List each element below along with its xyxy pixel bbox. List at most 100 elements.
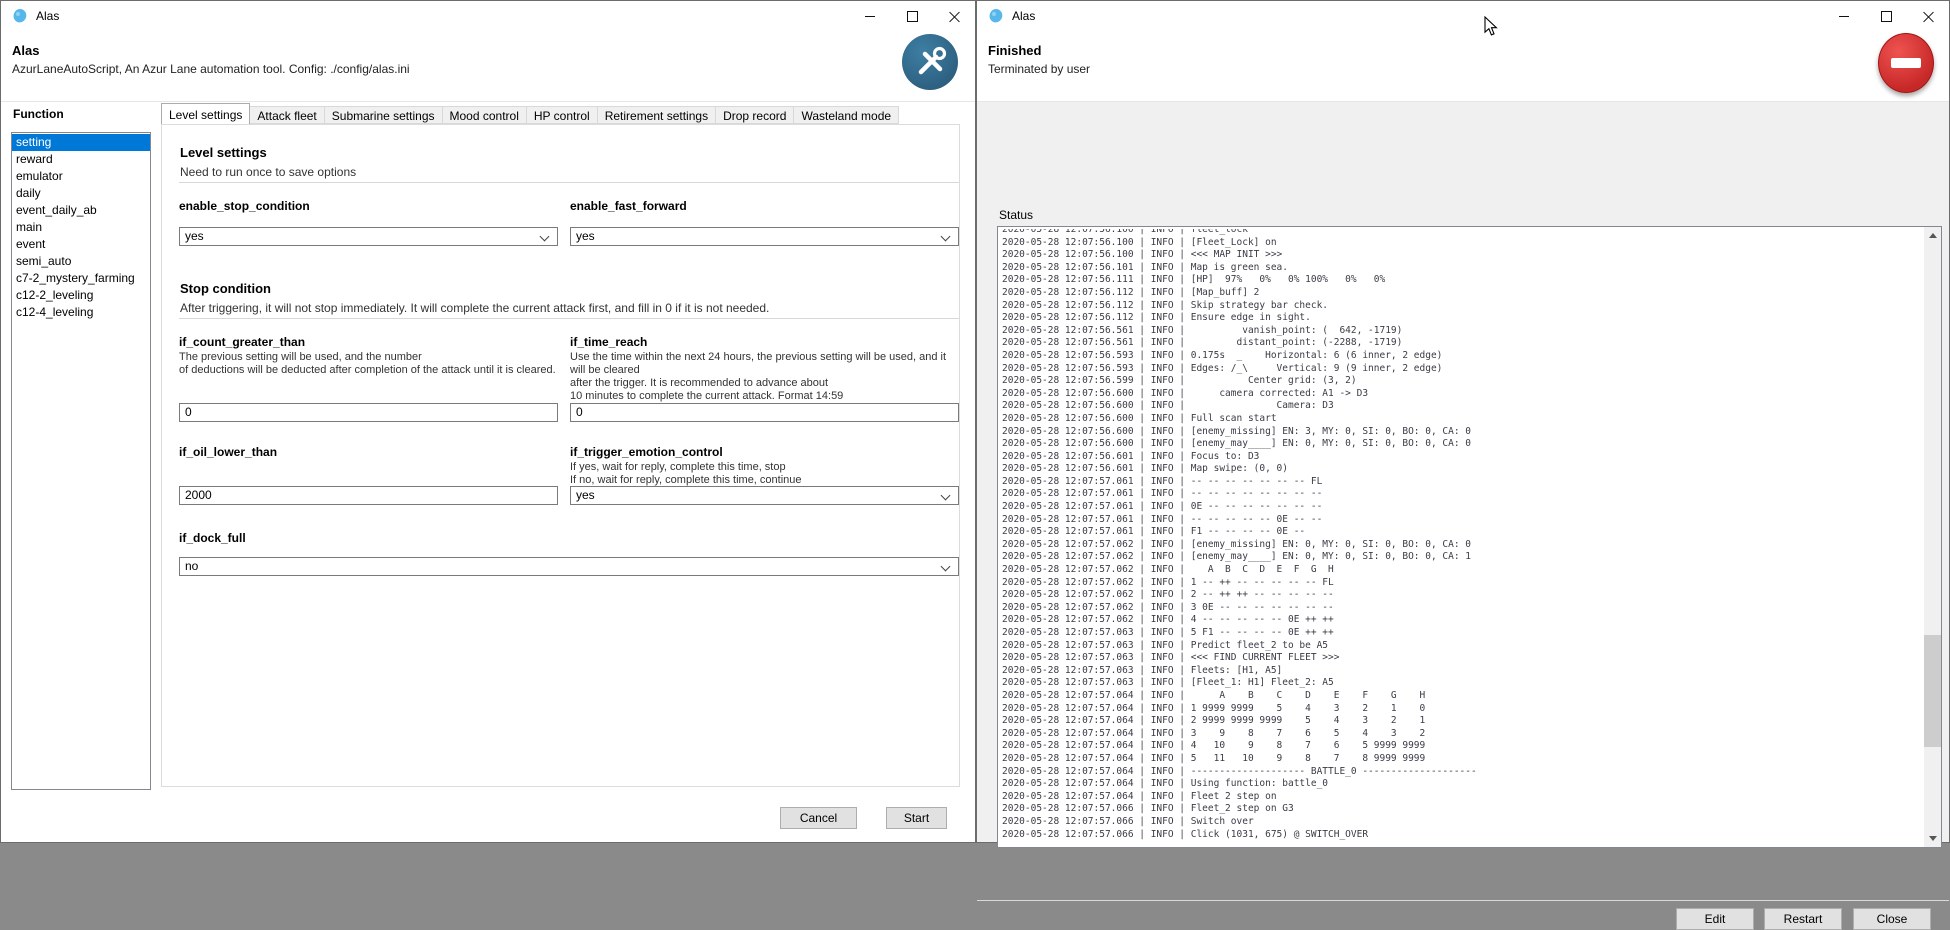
log-line: 2020-05-28 12:07:56.600 | INFO | [enemy_… bbox=[1002, 426, 1921, 439]
start-button[interactable]: Start bbox=[886, 807, 947, 829]
status-subtitle: Terminated by user bbox=[988, 62, 1090, 76]
titlebar: Alas bbox=[1, 1, 975, 31]
log-line: 2020-05-28 12:07:56.112 | INFO | Skip st… bbox=[1002, 300, 1921, 313]
log-line: 2020-05-28 12:07:56.600 | INFO | camera … bbox=[1002, 388, 1921, 401]
select-value: yes bbox=[576, 229, 595, 243]
log-line: 2020-05-28 12:07:57.062 | INFO | [enemy_… bbox=[1002, 539, 1921, 552]
alas-app-icon bbox=[988, 8, 1004, 24]
log-line: 2020-05-28 12:07:56.100 | INFO | [Fleet_… bbox=[1002, 237, 1921, 250]
close-icon bbox=[1923, 11, 1934, 22]
log-line: 2020-05-28 12:07:57.064 | INFO | Using f… bbox=[1002, 778, 1921, 791]
input-if-time-reach[interactable]: 0 bbox=[570, 403, 959, 422]
select-if-dock-full[interactable]: no bbox=[179, 557, 959, 576]
sidebar-item-setting[interactable]: setting bbox=[12, 134, 150, 151]
select-value: yes bbox=[185, 229, 204, 243]
log-line: 2020-05-28 12:07:56.561 | INFO | distant… bbox=[1002, 337, 1921, 350]
scroll-down-button[interactable] bbox=[1924, 830, 1941, 847]
log-line: 2020-05-28 12:07:57.064 | INFO | 3 9 8 7… bbox=[1002, 728, 1921, 741]
sidebar-item-c12-4_leveling[interactable]: c12-4_leveling bbox=[12, 304, 150, 321]
label-if-time-reach: if_time_reach bbox=[570, 335, 647, 349]
input-if-count-greater-than[interactable]: 0 bbox=[179, 403, 558, 422]
label-if-dock-full: if_dock_full bbox=[179, 531, 246, 545]
select-if-trigger-emotion-control[interactable]: yes bbox=[570, 486, 959, 505]
function-list[interactable]: settingrewardemulatordailyevent_daily_ab… bbox=[11, 132, 151, 790]
sidebar-item-c12-2_leveling[interactable]: c12-2_leveling bbox=[12, 287, 150, 304]
log-line: 2020-05-28 12:07:57.062 | INFO | 1 -- ++… bbox=[1002, 577, 1921, 590]
tab-drop-record[interactable]: Drop record bbox=[715, 106, 794, 124]
log-line: 2020-05-28 12:07:57.064 | INFO | 4 10 9 … bbox=[1002, 740, 1921, 753]
status-group-box: 2020-05-28 12:07:56.100 | INFO | fleet_l… bbox=[997, 226, 1942, 848]
log-line: 2020-05-28 12:07:57.061 | INFO | 0E -- -… bbox=[1002, 501, 1921, 514]
log-line: 2020-05-28 12:07:57.061 | INFO | -- -- -… bbox=[1002, 514, 1921, 527]
scroll-up-button[interactable] bbox=[1924, 227, 1941, 244]
sidebar-item-reward[interactable]: reward bbox=[12, 151, 150, 168]
sidebar-item-event_daily_ab[interactable]: event_daily_ab bbox=[12, 202, 150, 219]
close-button[interactable] bbox=[1907, 1, 1949, 31]
sidebar-item-event[interactable]: event bbox=[12, 236, 150, 253]
log-line: 2020-05-28 12:07:57.064 | INFO | 2 9999 … bbox=[1002, 715, 1921, 728]
close-dialog-button[interactable]: Close bbox=[1853, 908, 1931, 930]
log-line: 2020-05-28 12:07:56.100 | INFO | fleet_l… bbox=[1002, 229, 1921, 237]
scrollbar-thumb[interactable] bbox=[1924, 635, 1941, 747]
titlebar: Alas bbox=[977, 1, 1949, 31]
stop-sign-icon bbox=[1878, 33, 1934, 93]
window-alas-log: Alas Finished Terminated by user Status … bbox=[976, 0, 1950, 843]
log-line: 2020-05-28 12:07:57.066 | INFO | Switch … bbox=[1002, 816, 1921, 829]
chevron-down-icon bbox=[941, 232, 951, 242]
sidebar-item-emulator[interactable]: emulator bbox=[12, 168, 150, 185]
input-if-oil-lower-than[interactable]: 2000 bbox=[179, 486, 558, 505]
log-line: 2020-05-28 12:07:57.064 | INFO | A B C D… bbox=[1002, 690, 1921, 703]
chevron-down-icon bbox=[941, 562, 951, 572]
restart-button[interactable]: Restart bbox=[1764, 908, 1842, 930]
select-enable-stop-condition[interactable]: yes bbox=[179, 227, 558, 246]
tab-wasteland-mode[interactable]: Wasteland mode bbox=[793, 106, 899, 124]
status-title: Finished bbox=[988, 43, 1041, 58]
alas-app-icon bbox=[12, 8, 28, 24]
tab-mood-control[interactable]: Mood control bbox=[442, 106, 527, 124]
minimize-button[interactable] bbox=[1823, 1, 1865, 31]
minimize-button[interactable] bbox=[849, 1, 891, 31]
status-group-label: Status bbox=[999, 208, 1033, 222]
select-value: no bbox=[185, 559, 198, 573]
edit-button[interactable]: Edit bbox=[1676, 908, 1754, 930]
desc-if-trigger-emotion-control: If yes, wait for reply, complete this ti… bbox=[570, 461, 959, 487]
label-if-count-greater-than: if_count_greater_than bbox=[179, 335, 305, 349]
log-line: 2020-05-28 12:07:56.100 | INFO | <<< MAP… bbox=[1002, 249, 1921, 262]
mouse-cursor bbox=[1484, 16, 1498, 37]
sidebar-item-daily[interactable]: daily bbox=[12, 185, 150, 202]
window-title: Alas bbox=[36, 9, 59, 23]
log-line: 2020-05-28 12:07:57.061 | INFO | -- -- -… bbox=[1002, 476, 1921, 489]
select-enable-fast-forward[interactable]: yes bbox=[570, 227, 959, 246]
log-line: 2020-05-28 12:07:57.062 | INFO | A B C D… bbox=[1002, 564, 1921, 577]
log-line: 2020-05-28 12:07:57.066 | INFO | Click (… bbox=[1002, 829, 1921, 842]
wrench-screwdriver-icon bbox=[902, 34, 958, 90]
sidebar-item-main[interactable]: main bbox=[12, 219, 150, 236]
page-subtitle: AzurLaneAutoScript, An Azur Lane automat… bbox=[12, 62, 410, 76]
sidebar-item-c7-2_mystery_farming[interactable]: c7-2_mystery_farming bbox=[12, 270, 150, 287]
label-enable-stop-condition: enable_stop_condition bbox=[179, 199, 310, 213]
maximize-icon bbox=[907, 11, 918, 22]
log-line: 2020-05-28 12:07:57.062 | INFO | 2 -- ++… bbox=[1002, 589, 1921, 602]
log-line: 2020-05-28 12:07:56.111 | INFO | [HP] 97… bbox=[1002, 274, 1921, 287]
tab-submarine-settings[interactable]: Submarine settings bbox=[324, 106, 443, 124]
maximize-button[interactable] bbox=[891, 1, 933, 31]
log-line: 2020-05-28 12:07:57.061 | INFO | -- -- -… bbox=[1002, 488, 1921, 501]
tab-attack-fleet[interactable]: Attack fleet bbox=[249, 106, 324, 124]
tab-hp-control[interactable]: HP control bbox=[526, 106, 598, 124]
log-line: 2020-05-28 12:07:56.600 | INFO | [enemy_… bbox=[1002, 438, 1921, 451]
log-line: 2020-05-28 12:07:57.063 | INFO | Fleets:… bbox=[1002, 665, 1921, 678]
close-button[interactable] bbox=[933, 1, 975, 31]
close-icon bbox=[949, 11, 960, 22]
cancel-button[interactable]: Cancel bbox=[780, 807, 857, 829]
tab-level-settings[interactable]: Level settings bbox=[161, 103, 250, 124]
input-value: 2000 bbox=[185, 488, 212, 502]
chevron-down-icon bbox=[941, 491, 951, 501]
log-scrollbar[interactable] bbox=[1924, 227, 1941, 847]
maximize-button[interactable] bbox=[1865, 1, 1907, 31]
log-output[interactable]: 2020-05-28 12:07:56.100 | INFO | fleet_l… bbox=[1002, 229, 1921, 847]
divider bbox=[179, 182, 959, 183]
tab-retirement-settings[interactable]: Retirement settings bbox=[597, 106, 716, 124]
sidebar-item-semi_auto[interactable]: semi_auto bbox=[12, 253, 150, 270]
log-line: 2020-05-28 12:07:56.101 | INFO | Map is … bbox=[1002, 262, 1921, 275]
section-title-level-settings: Level settings bbox=[180, 145, 267, 160]
